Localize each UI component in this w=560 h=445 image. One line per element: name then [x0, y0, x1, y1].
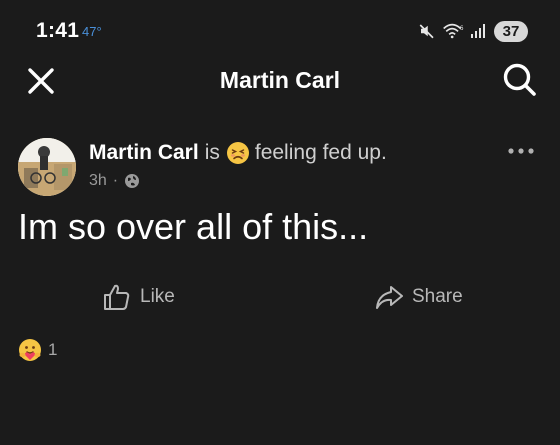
top-bar: Martin Carl [0, 58, 560, 102]
care-reaction-icon [18, 338, 42, 362]
meta-separator: · [112, 172, 119, 189]
battery-icon: 37 [494, 20, 528, 42]
status-bar: 1:41 47° 6 37 [0, 0, 560, 60]
fed-up-face-icon [226, 141, 250, 165]
feeling-text: feeling fed up. [254, 141, 387, 164]
wifi-icon: 6 [442, 22, 464, 40]
thumbs-up-icon [102, 282, 132, 312]
search-icon[interactable] [502, 62, 538, 98]
post-screen: 1:41 47° 6 37 Martin Carl Martin Carl is… [0, 0, 560, 445]
share-label: Share [412, 286, 463, 307]
feeling-prefix: is [204, 141, 220, 164]
signal-icon [470, 23, 488, 39]
mute-icon [418, 22, 436, 40]
more-dots-icon[interactable] [506, 144, 536, 158]
like-label: Like [140, 286, 175, 307]
post-meta: 3h · [89, 172, 140, 190]
globe-icon [124, 173, 140, 189]
share-button[interactable]: Share [374, 278, 463, 316]
author-name[interactable]: Martin Carl [89, 141, 199, 165]
share-arrow-icon [374, 282, 404, 312]
like-button[interactable]: Like [102, 278, 175, 316]
avatar[interactable] [18, 138, 76, 196]
status-icons: 6 37 [412, 18, 528, 44]
post-text: Im so over all of this... [18, 206, 369, 247]
status-temperature: 47° [82, 24, 102, 39]
page-title: Martin Carl [219, 67, 341, 93]
status-time: 1:41 [36, 19, 80, 42]
svg-text:6: 6 [460, 26, 464, 32]
post-time[interactable]: 3h [89, 172, 107, 190]
reactions-summary[interactable]: 1 [18, 338, 57, 362]
post-author-line: Martin Carl is feeling fed up. [89, 141, 387, 165]
reaction-count: 1 [48, 340, 58, 359]
